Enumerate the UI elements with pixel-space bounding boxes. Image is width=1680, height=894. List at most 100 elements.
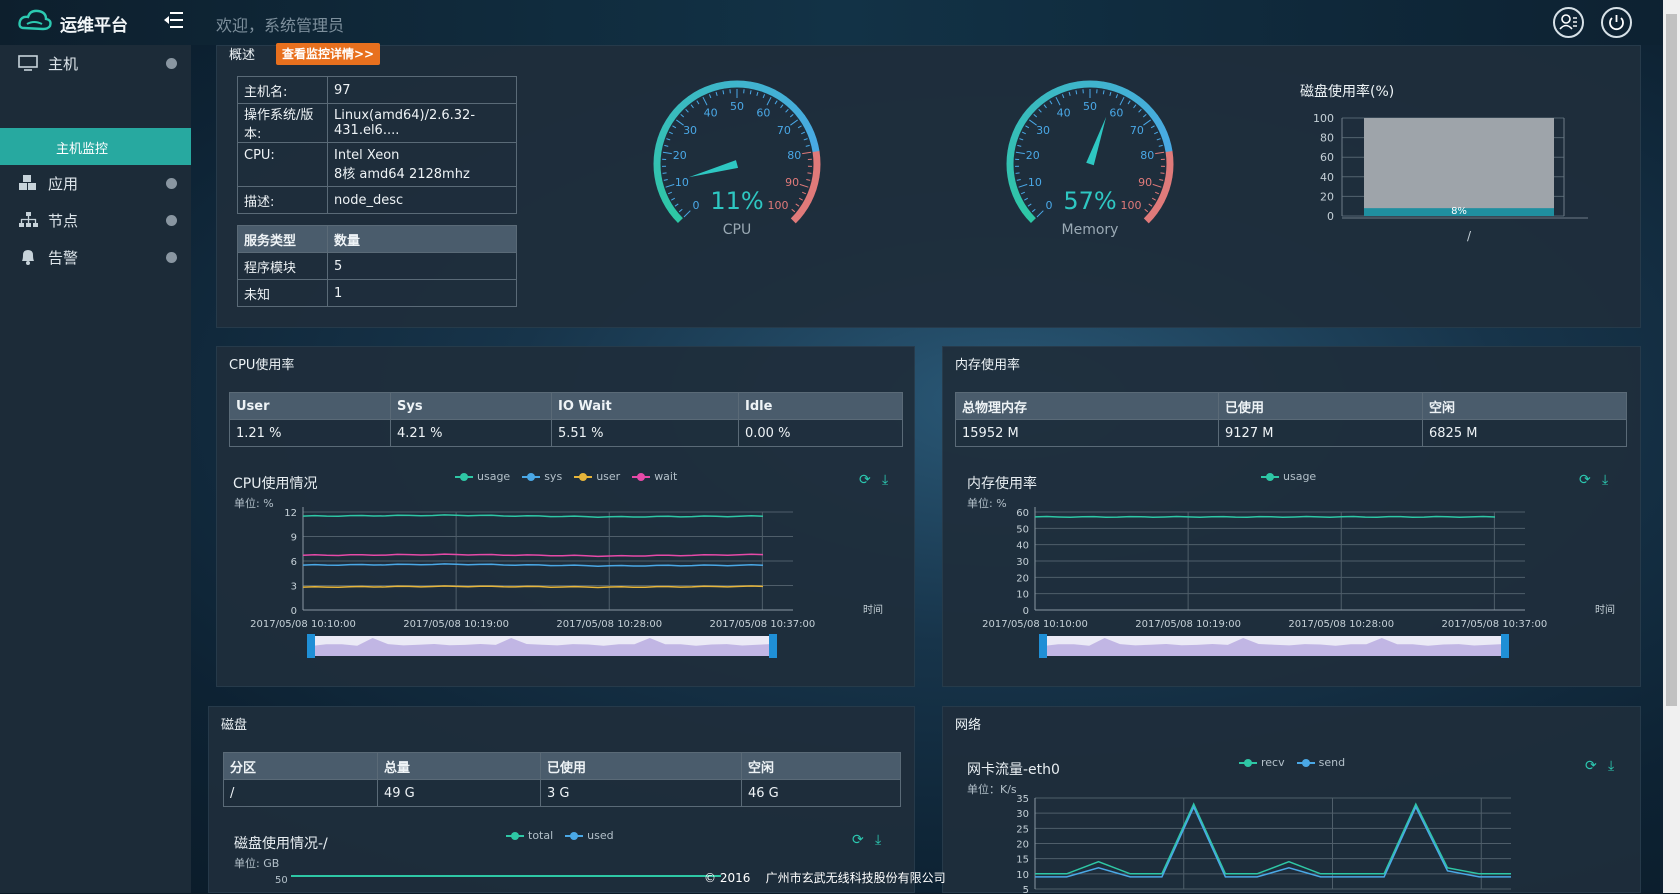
gauge-arc-segment — [1025, 107, 1033, 117]
gauge-arc-segment — [661, 188, 666, 200]
legend-item[interactable]: user — [574, 470, 620, 483]
gauge-tick-mark — [666, 184, 675, 187]
gauge-tick-label: 70 — [777, 124, 791, 137]
sidebar-item-app[interactable]: 应用 — [0, 165, 191, 201]
gauge-tick-label: 30 — [683, 124, 697, 137]
gauge-tick-mark — [1143, 120, 1150, 125]
y-tick-label: 40 — [1320, 171, 1334, 184]
gauge-tick-label: 30 — [1036, 124, 1050, 137]
gauge-tick-mark — [1032, 209, 1035, 212]
sidebar-subitem-host-monitor[interactable]: 主机监控 — [0, 128, 191, 165]
legend-marker — [574, 476, 592, 478]
sidebar-item-node[interactable]: 节点 — [0, 202, 191, 238]
host-key: 主机名: — [238, 77, 328, 104]
network-line-chart: 3530252015105 — [953, 793, 1633, 894]
legend-item[interactable]: used — [565, 829, 613, 842]
gauge-tick-mark — [1029, 120, 1036, 125]
gauge-arc-segment — [1169, 151, 1170, 164]
gauge-arc-segment — [712, 85, 725, 88]
gauge-tick-mark — [1134, 105, 1136, 108]
legend-item[interactable]: total — [506, 829, 553, 842]
logout-button[interactable] — [1601, 7, 1632, 38]
table-header-row: 总物理内存 已使用 空闲 — [956, 393, 1627, 420]
gauge-tick-label: 70 — [1130, 124, 1144, 137]
y-tick-label: 30 — [1016, 557, 1029, 568]
gauge-arc-segment — [1161, 189, 1166, 201]
sidebar-item-alert[interactable]: 告警 — [0, 239, 191, 275]
legend-item[interactable]: sys — [522, 470, 562, 483]
gauge-tick-mark — [676, 120, 683, 125]
y-tick-label: 25 — [1016, 824, 1029, 835]
legend-item[interactable]: send — [1297, 756, 1345, 769]
gauge-arc-segment — [658, 139, 661, 152]
cubes-icon — [18, 173, 38, 193]
zoom-slider-handle-right — [1501, 634, 1509, 658]
gauge-tick-mark — [1155, 152, 1164, 153]
legend-item[interactable]: usage — [455, 470, 510, 483]
view-monitor-detail-button[interactable]: 查看监控详情>> — [276, 43, 380, 65]
gauge-arc-segment — [773, 93, 784, 100]
legend-label: usage — [1283, 470, 1316, 483]
gauge-tick-mark — [1159, 179, 1163, 180]
power-icon — [1603, 9, 1630, 36]
gauge-tick-label: 40 — [1057, 106, 1071, 119]
gauge-tick-mark — [1152, 198, 1156, 200]
gauge-label: Memory — [1062, 222, 1119, 238]
legend-item[interactable]: wait — [632, 470, 677, 483]
sidebar-toggle-icon[interactable] — [164, 10, 184, 30]
disk-stats-table: 分区 总量 已使用 空闲 / 49 G 3 G 46 G — [223, 752, 901, 807]
gauge-tick-mark — [1062, 94, 1063, 98]
gauge-tick-mark — [1116, 94, 1117, 98]
cpu-chart-legend: usage sys user wait — [455, 470, 677, 483]
gauge-tick-mark — [1025, 126, 1028, 128]
cpu-line-chart: 1296302017/05/08 10:10:002017/05/08 10:1… — [227, 507, 907, 677]
gauge-tick-mark — [668, 192, 672, 194]
gauge-tick-mark — [1019, 139, 1023, 140]
monitor-icon — [18, 53, 38, 73]
download-icon[interactable]: ⤓ — [1608, 759, 1622, 773]
gauge-arc-segment — [1077, 84, 1090, 85]
y-tick-label: 60 — [1016, 508, 1029, 519]
y-tick-label: 40 — [1016, 541, 1029, 552]
legend-marker — [1261, 476, 1279, 478]
sidebar-subitem-label: 主机监控 — [56, 138, 108, 157]
legend-marker — [1239, 762, 1257, 764]
sidebar-item-label: 主机 — [48, 53, 78, 74]
scrollbar-thumb[interactable] — [1666, 14, 1677, 706]
sidebar-item-host[interactable]: 主机 — [0, 45, 191, 81]
gauge-needle — [1086, 117, 1106, 166]
cpu-model: Intel Xeon — [334, 148, 510, 163]
gauge-tick-mark — [675, 204, 678, 206]
gauge-tick-mark — [792, 209, 795, 212]
user-profile-button[interactable] — [1553, 7, 1584, 38]
series-line-usage — [303, 515, 763, 517]
scrollbar-track[interactable] — [1663, 0, 1680, 893]
download-icon[interactable]: ⤓ — [882, 473, 896, 487]
refresh-icon[interactable]: ⟳ — [1585, 759, 1599, 773]
gauge-tick-mark — [679, 209, 682, 212]
legend-item[interactable]: recv — [1239, 756, 1285, 769]
cpu-stats-table: User Sys IO Wait Idle 1.21 % 4.21 % 5.51… — [229, 392, 903, 447]
series-line-recv — [1035, 804, 1511, 874]
column-header: 数量 — [328, 226, 517, 253]
gauge-tick-mark — [1044, 105, 1046, 108]
gauge-tick-mark — [1139, 109, 1142, 112]
gauge-tick-mark — [666, 139, 670, 140]
x-tick-label: / — [1467, 229, 1472, 243]
gauge-tick-mark — [686, 109, 689, 112]
gauge-tick-mark — [1103, 90, 1104, 94]
memory-panel-title: 内存使用率 — [955, 354, 1020, 373]
legend-label: total — [528, 829, 553, 842]
legend-item[interactable]: usage — [1261, 470, 1316, 483]
download-icon[interactable]: ⤓ — [875, 833, 889, 847]
gauge-tick-mark — [806, 145, 810, 146]
refresh-icon[interactable]: ⟳ — [859, 473, 873, 487]
refresh-icon[interactable]: ⟳ — [852, 833, 866, 847]
column-header: 分区 — [224, 753, 378, 780]
table-row: CPU:Intel Xeon8核 amd64 2128mhz — [238, 143, 517, 187]
memory-stats-table: 总物理内存 已使用 空闲 15952 M 9127 M 6825 M — [955, 392, 1627, 447]
disk-chart-unit: 单位: GB — [234, 855, 279, 871]
download-icon[interactable]: ⤓ — [1602, 473, 1616, 487]
gauge-arc-segment — [813, 139, 816, 152]
refresh-icon[interactable]: ⟳ — [1579, 473, 1593, 487]
